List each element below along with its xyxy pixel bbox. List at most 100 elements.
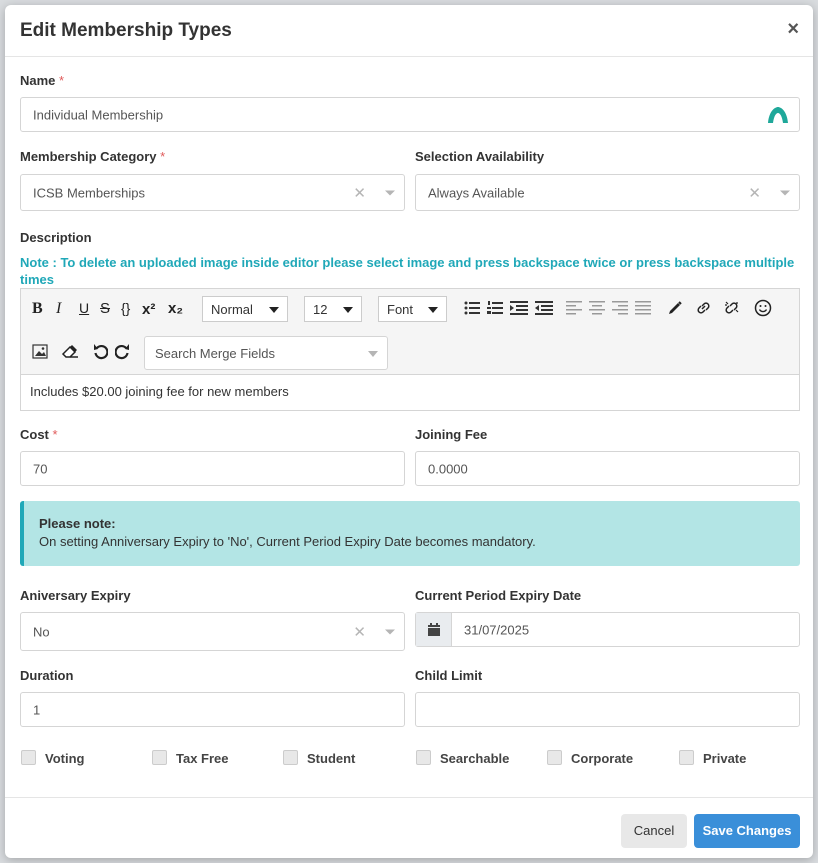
anniversary-select-value: No — [33, 624, 50, 639]
category-label-text: Membership Category — [20, 149, 157, 164]
cost-input[interactable]: 70 — [20, 451, 405, 486]
size-dropdown[interactable]: 12 — [304, 296, 362, 322]
chevron-down-icon — [343, 307, 353, 313]
save-changes-button[interactable]: Save Changes — [694, 814, 800, 848]
cost-label: Cost * — [20, 427, 58, 442]
align-right-icon[interactable] — [612, 301, 628, 315]
modal-footer: Cancel Save Changes — [5, 797, 813, 858]
availability-label: Selection Availability — [415, 149, 545, 164]
close-button[interactable]: × — [787, 19, 799, 39]
bold-button[interactable]: B — [32, 300, 43, 318]
edit-membership-modal: Edit Membership Types × Name * Individua… — [5, 5, 813, 858]
align-justify-icon[interactable] — [635, 301, 651, 315]
calendar-icon — [428, 623, 440, 636]
italic-button[interactable]: I — [56, 300, 61, 318]
checkbox-box[interactable] — [152, 750, 167, 765]
chevron-down-icon — [269, 307, 279, 313]
checkbox-label: Private — [703, 751, 747, 766]
modal-header: Edit Membership Types × — [5, 5, 813, 57]
joining-fee-input-value: 0.0000 — [428, 461, 468, 476]
checkbox-box[interactable] — [679, 750, 694, 765]
link-icon[interactable] — [695, 300, 712, 316]
category-select[interactable]: ICSB Memberships ✕ — [20, 174, 405, 211]
text-color-icon[interactable] — [667, 300, 683, 316]
chevron-down-icon — [428, 307, 438, 313]
bullet-list-icon[interactable] — [464, 301, 480, 315]
joining-fee-input[interactable]: 0.0000 — [415, 451, 800, 486]
modal-title: Edit Membership Types — [20, 20, 232, 41]
clear-x-icon[interactable]: ✕ — [353, 184, 366, 202]
chevron-down-icon[interactable] — [385, 190, 395, 195]
teal-arch-icon — [768, 107, 788, 123]
style-dropdown-label: Normal — [211, 302, 253, 317]
description-label: Description — [20, 230, 92, 245]
chevron-down-icon[interactable] — [780, 190, 790, 195]
name-label-text: Name — [20, 73, 56, 88]
subscript-button[interactable]: x₂ — [168, 300, 183, 317]
checkbox-box[interactable] — [416, 750, 431, 765]
font-dropdown-label: Font — [387, 302, 414, 317]
superscript-button[interactable]: x² — [142, 301, 155, 318]
calendar-addon[interactable] — [416, 613, 452, 646]
child-limit-input[interactable] — [415, 692, 800, 727]
child-limit-label: Child Limit — [415, 668, 483, 683]
merge-fields-placeholder: Search Merge Fields — [155, 346, 275, 361]
anniversary-label: Aniversary Expiry — [20, 588, 131, 603]
joining-fee-label: Joining Fee — [415, 427, 488, 442]
checkbox-label: Corporate — [571, 751, 634, 766]
checkbox-box[interactable] — [547, 750, 562, 765]
numbered-list-icon[interactable] — [487, 301, 503, 315]
font-dropdown[interactable]: Font — [378, 296, 447, 322]
availability-select[interactable]: Always Available ✕ — [415, 174, 800, 211]
checkbox-label: Student — [307, 751, 356, 766]
expiry-date-value: 31/07/2025 — [464, 622, 530, 637]
name-input[interactable]: Individual Membership — [20, 97, 800, 132]
checkbox-box[interactable] — [283, 750, 298, 765]
code-button[interactable]: {} — [121, 300, 130, 316]
checkbox-label: Searchable — [440, 751, 510, 766]
underline-button[interactable]: U — [79, 300, 89, 316]
alert-title: Please note: — [39, 516, 116, 531]
unlink-icon[interactable] — [723, 300, 741, 316]
expiry-date-input[interactable]: 31/07/2025 — [415, 612, 800, 647]
clear-x-icon[interactable]: ✕ — [748, 184, 761, 202]
availability-select-value: Always Available — [428, 185, 525, 200]
name-label: Name * — [20, 73, 64, 88]
required-mark: * — [160, 149, 166, 164]
redo-icon[interactable] — [115, 343, 130, 360]
checkbox-label: Tax Free — [176, 751, 229, 766]
duration-input-value: 1 — [33, 702, 41, 717]
alert-body: On setting Anniversary Expiry to 'No', C… — [39, 534, 536, 549]
merge-fields-select[interactable]: Search Merge Fields — [144, 336, 388, 370]
chevron-down-icon[interactable] — [385, 629, 395, 634]
strikethrough-button[interactable]: S — [100, 300, 110, 317]
name-input-value: Individual Membership — [33, 107, 164, 122]
indent-icon[interactable] — [510, 301, 528, 315]
align-center-icon[interactable] — [589, 301, 605, 315]
outdent-icon[interactable] — [535, 301, 553, 315]
align-left-icon[interactable] — [566, 301, 582, 315]
description-note: Note : To delete an uploaded image insid… — [20, 255, 795, 287]
clear-x-icon[interactable]: ✕ — [353, 623, 366, 641]
editor-toolbar: B I U S {} x² x₂ Normal 12 Font Search M… — [21, 289, 799, 375]
checkbox-box[interactable] — [21, 750, 36, 765]
required-mark: * — [52, 427, 58, 442]
duration-label: Duration — [20, 668, 74, 683]
anniversary-select[interactable]: No ✕ — [20, 612, 405, 651]
size-dropdown-label: 12 — [313, 302, 328, 317]
style-dropdown[interactable]: Normal — [202, 296, 288, 322]
eraser-icon[interactable] — [61, 344, 79, 359]
duration-input[interactable]: 1 — [20, 692, 405, 727]
category-select-value: ICSB Memberships — [33, 185, 145, 200]
undo-icon[interactable] — [93, 343, 108, 360]
cost-input-value: 70 — [33, 461, 48, 476]
cancel-button[interactable]: Cancel — [621, 814, 687, 848]
chevron-down-icon — [368, 351, 378, 357]
info-alert: Please note: On setting Anniversary Expi… — [20, 501, 800, 566]
editor-content[interactable]: Includes $20.00 joining fee for new memb… — [21, 375, 799, 410]
emoji-icon[interactable] — [754, 299, 772, 317]
rich-text-editor: B I U S {} x² x₂ Normal 12 Font Search M… — [20, 288, 800, 411]
image-icon[interactable] — [32, 344, 48, 359]
expiry-date-label: Current Period Expiry Date — [415, 588, 582, 603]
cost-label-text: Cost — [20, 427, 49, 442]
